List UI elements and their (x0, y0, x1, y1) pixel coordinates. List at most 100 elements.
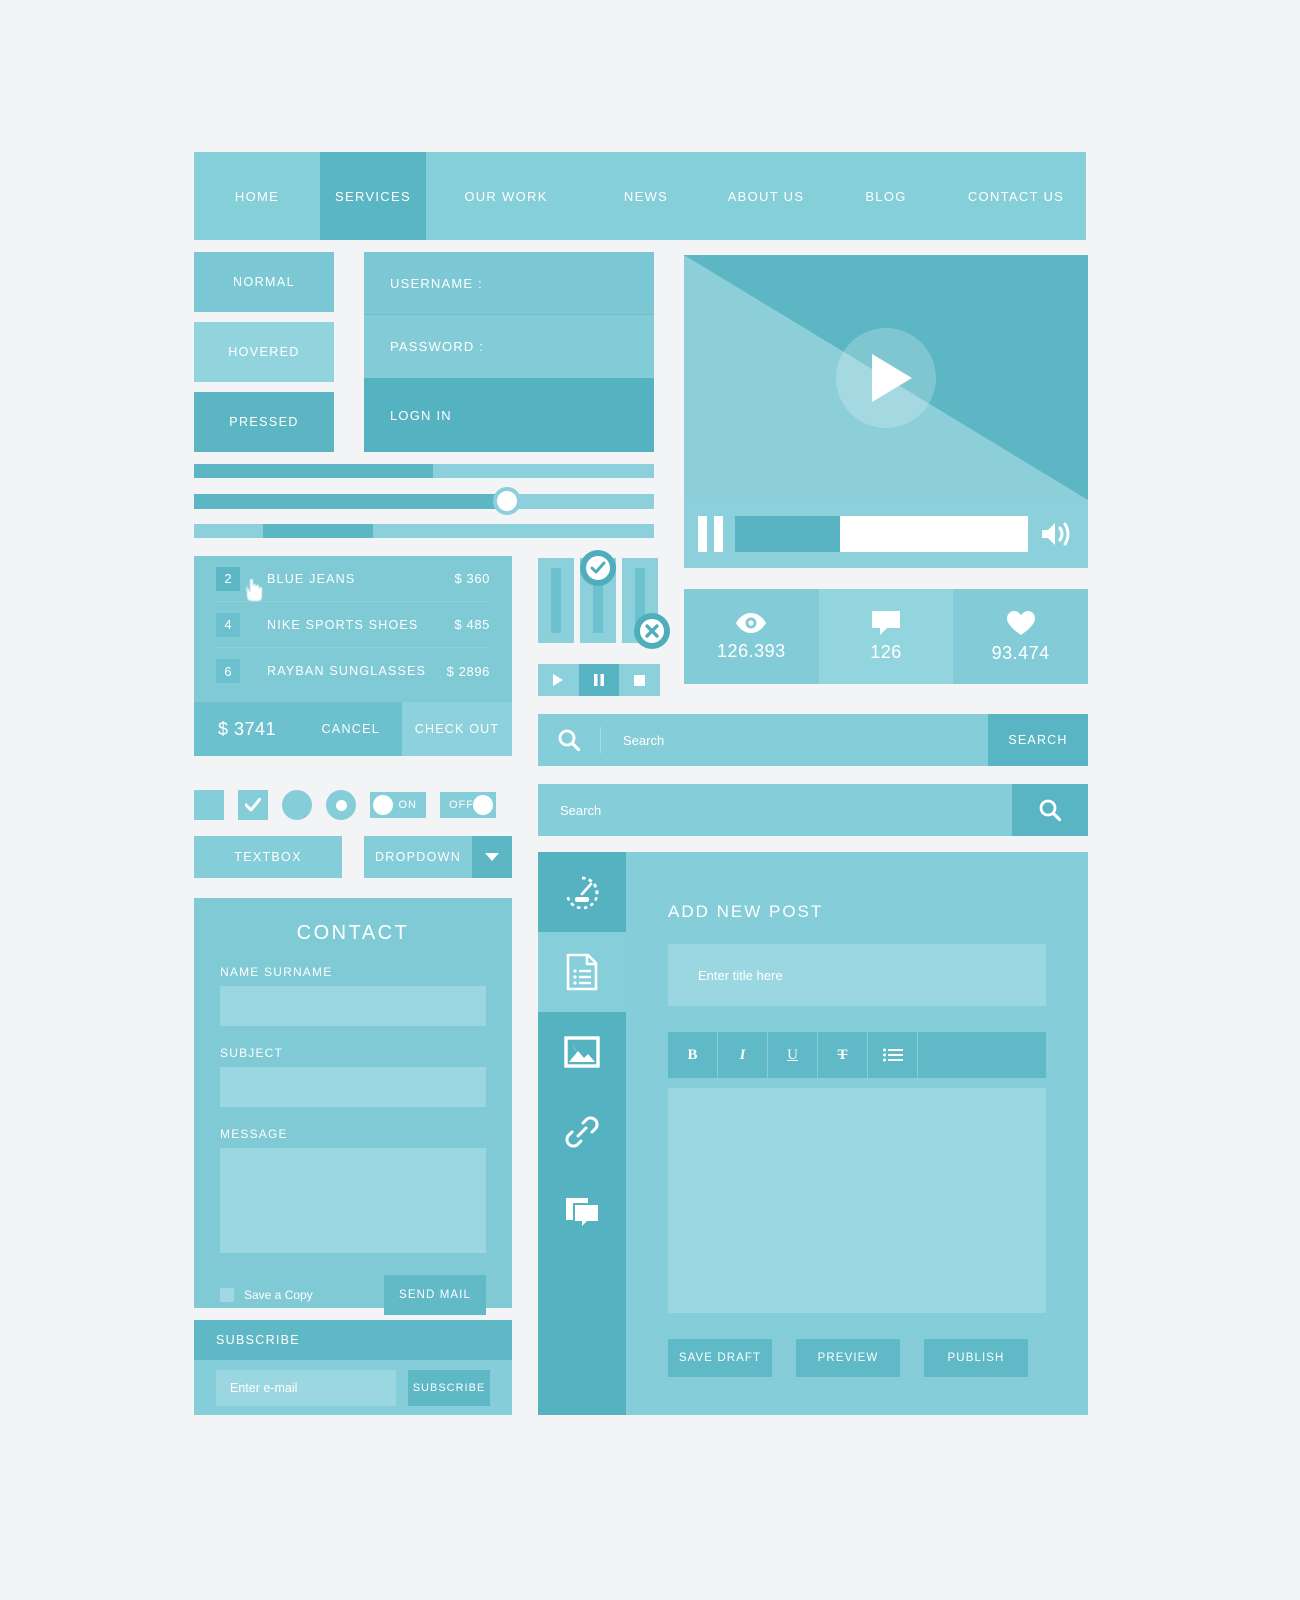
eye-icon (736, 612, 767, 633)
stat-value: 93.474 (991, 642, 1050, 663)
quantity-stepper[interactable]: 2 (216, 566, 240, 591)
pause-icon (594, 674, 604, 686)
stat-value: 126 (870, 641, 902, 662)
quantity-stepper[interactable]: 6 (216, 659, 240, 683)
save-copy-checkbox[interactable] (220, 1288, 234, 1302)
bold-button[interactable]: B (668, 1032, 718, 1078)
nav-item-contact-us[interactable]: CONTACT US (946, 152, 1086, 240)
post-title-field[interactable]: Enter title here (668, 944, 1046, 1006)
nav-item-services[interactable]: SERVICES (320, 152, 426, 240)
stat-likes[interactable]: 93.474 (953, 589, 1089, 684)
range-slider[interactable] (194, 487, 654, 515)
post-body-field[interactable] (668, 1088, 1046, 1313)
nav-item-our-work[interactable]: OUR WORK (426, 152, 586, 240)
cancel-button[interactable]: CANCEL (321, 722, 380, 736)
scrollbar-thumb[interactable] (263, 524, 374, 538)
nav-label: HOME (234, 188, 280, 204)
close-circle-icon[interactable] (634, 613, 670, 649)
button-label: HOVERED (228, 345, 300, 359)
strikethrough-button[interactable]: T (818, 1032, 868, 1078)
email-field[interactable]: Enter e-mail (216, 1369, 396, 1406)
stop-button[interactable] (619, 664, 661, 696)
editor-title: ADD NEW POST (668, 902, 824, 921)
checkbox-checked[interactable] (238, 790, 268, 820)
contact-footer: Save a Copy SEND MAIL (220, 1275, 486, 1315)
nav-item-news[interactable]: NEWS (586, 152, 706, 240)
bold-icon: B (687, 1046, 698, 1063)
dashboard-icon (566, 876, 599, 910)
username-field[interactable]: USERNAME : (364, 252, 654, 315)
video-progress-track[interactable] (735, 516, 1028, 552)
shopping-cart: 2 BLUE JEANS $ 360 4 NIKE SPORTS SHOES $… (194, 556, 512, 756)
subject-field[interactable] (220, 1067, 486, 1107)
preview-label: PREVIEW (817, 1352, 879, 1364)
send-mail-button[interactable]: SEND MAIL (384, 1275, 486, 1315)
search-icon (1039, 799, 1061, 821)
login-button[interactable]: LOGN IN (364, 378, 654, 452)
pause-icon[interactable] (698, 516, 723, 552)
chevron-down-icon[interactable] (472, 836, 512, 878)
search-button-label: SEARCH (1008, 733, 1068, 747)
cart-row[interactable]: 2 BLUE JEANS $ 360 (216, 556, 490, 602)
nav-item-home[interactable]: HOME (194, 152, 320, 240)
button-state-pressed[interactable]: PRESSED (194, 392, 334, 452)
save-draft-button[interactable]: SAVE DRAFT (668, 1339, 772, 1377)
search-button[interactable]: SEARCH (988, 714, 1088, 766)
sidebar-item-dashboard[interactable] (538, 852, 626, 932)
pause-button[interactable] (578, 664, 620, 696)
list-button[interactable] (868, 1032, 918, 1078)
nav-item-blog[interactable]: BLOG (826, 152, 946, 240)
cart-row[interactable]: 6 RAYBAN SUNGLASSES $ 2896 (216, 648, 490, 694)
sidebar-item-media[interactable] (538, 1012, 626, 1092)
subscribe-button[interactable]: SUBSCRIBE (408, 1369, 490, 1406)
scrollbar-track[interactable] (194, 524, 654, 538)
publish-button[interactable]: PUBLISH (924, 1339, 1028, 1377)
publish-label: PUBLISH (947, 1352, 1005, 1364)
scrollbar[interactable] (194, 524, 654, 538)
name-field[interactable] (220, 986, 486, 1026)
password-field[interactable]: PASSWORD : (364, 315, 654, 378)
nav-label: NEWS (623, 188, 669, 204)
textbox-field[interactable]: TEXTBOX (194, 836, 342, 878)
radio-unselected[interactable] (282, 790, 312, 820)
button-state-hovered[interactable]: HOVERED (194, 322, 334, 382)
stat-comments[interactable]: 126 (818, 589, 954, 684)
vertical-slider-plain[interactable] (538, 558, 574, 643)
check-circle-icon[interactable] (580, 550, 616, 586)
button-state-normal[interactable]: NORMAL (194, 252, 334, 312)
document-icon (566, 953, 598, 991)
search-button[interactable] (1012, 784, 1088, 836)
preview-button[interactable]: PREVIEW (796, 1339, 900, 1377)
stat-views[interactable]: 126.393 (684, 589, 819, 684)
toggle-off[interactable]: OFF (440, 792, 496, 818)
nav-label: SERVICES (335, 188, 411, 204)
play-button[interactable] (538, 664, 579, 696)
toggle-on[interactable]: ON (370, 792, 426, 818)
nav-item-about-us[interactable]: ABOUT US (706, 152, 826, 240)
video-thumbnail[interactable] (684, 255, 1088, 500)
underline-button[interactable]: U (768, 1032, 818, 1078)
message-field[interactable] (220, 1148, 486, 1253)
search-icon (538, 714, 600, 766)
cart-row[interactable]: 4 NIKE SPORTS SHOES $ 485 (216, 602, 490, 648)
sidebar-item-posts[interactable] (538, 932, 626, 1012)
checkbox-unchecked[interactable] (194, 790, 224, 820)
nav-label: OUR WORK (464, 188, 548, 204)
radio-selected[interactable] (326, 790, 356, 820)
volume-icon[interactable] (1040, 519, 1074, 549)
checkout-button[interactable]: CHECK OUT (402, 702, 512, 756)
vertical-slider-error[interactable] (622, 558, 670, 649)
search-input[interactable]: Search (538, 784, 1012, 836)
dropdown-select[interactable]: DROPDOWN (364, 836, 512, 878)
vertical-slider-success[interactable] (580, 550, 616, 643)
quantity-stepper[interactable]: 4 (216, 612, 240, 637)
slider-handle[interactable] (492, 487, 521, 515)
search-input[interactable]: Search (601, 714, 988, 766)
slider-track[interactable] (194, 487, 654, 515)
subscribe-widget: SUBSCRIBE Enter e-mail SUBSCRIBE (194, 1320, 512, 1415)
sidebar-item-comments[interactable] (538, 1172, 626, 1252)
sidebar-item-links[interactable] (538, 1092, 626, 1172)
cart-item-name: NIKE SPORTS SHOES (267, 617, 419, 632)
nav-label: BLOG (865, 188, 907, 204)
italic-button[interactable]: I (718, 1032, 768, 1078)
